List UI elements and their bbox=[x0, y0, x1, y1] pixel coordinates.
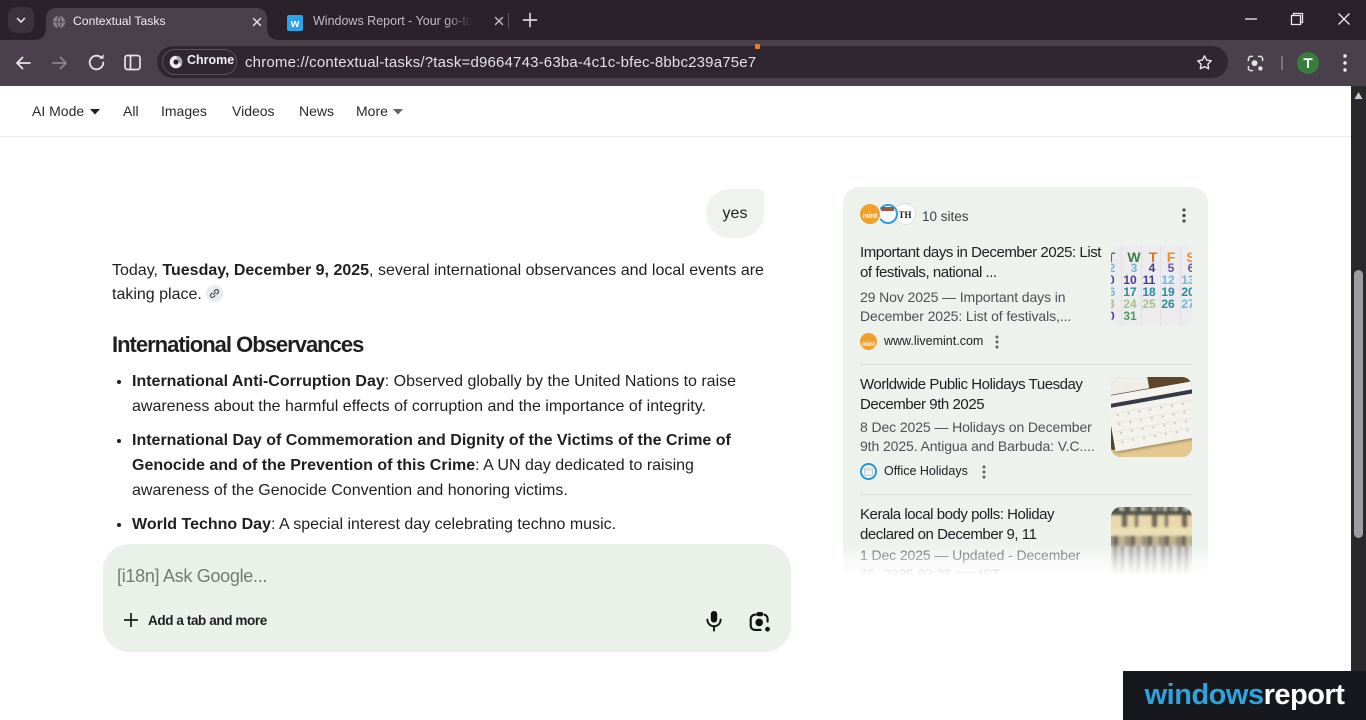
svg-text:w: w bbox=[290, 18, 300, 30]
